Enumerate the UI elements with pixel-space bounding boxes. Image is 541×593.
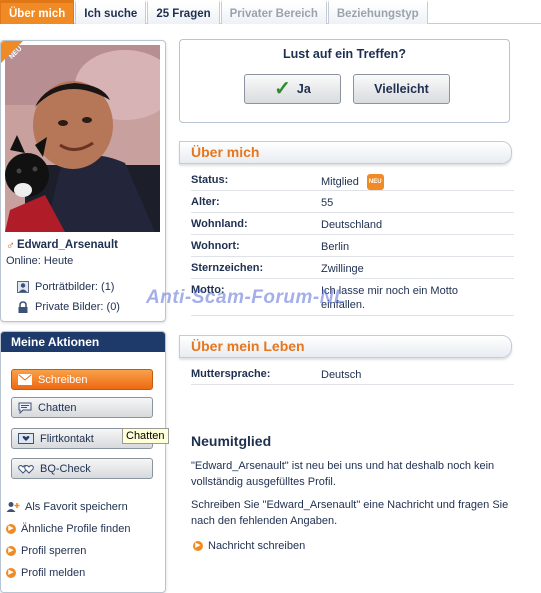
about-header: Über mich — [179, 141, 512, 164]
arrow-right-icon: ▶ — [193, 541, 203, 551]
life-header: Über mein Leben — [179, 335, 512, 358]
yes-button[interactable]: ✓ Ja — [244, 74, 341, 104]
arrow-right-icon: ▶ — [6, 546, 16, 556]
block-profile-link[interactable]: ▶ Profil sperren — [6, 545, 86, 557]
arrow-right-icon: ▶ — [6, 524, 16, 534]
info-key: Wohnort: — [191, 240, 240, 252]
info-key: Muttersprache: — [191, 368, 271, 380]
meet-box: Lust auf ein Treffen? ✓ Ja Vielleicht — [179, 39, 510, 123]
info-key: Sternzeichen: — [191, 262, 264, 274]
tab-beziehungstyp[interactable]: Beziehungstyp — [327, 0, 428, 24]
new-badge-icon: NEU — [1, 41, 24, 63]
meet-title: Lust auf ein Treffen? — [283, 47, 406, 61]
life-table: Muttersprache: Deutsch — [191, 363, 514, 385]
info-row-language: Muttersprache: Deutsch — [191, 363, 514, 385]
info-row-zodiac: Sternzeichen: Zwillinge — [191, 257, 514, 279]
private-pictures-label: Private Bilder: (0) — [35, 301, 120, 313]
write-message-label: Nachricht schreiben — [208, 540, 306, 552]
actions-title: Meine Aktionen — [1, 332, 165, 352]
chat-tooltip: Chatten — [122, 428, 169, 444]
yes-label: Ja — [296, 82, 311, 96]
info-row-status: Status: Mitglied NEU — [191, 169, 514, 191]
bq-check-label: BQ-Check — [40, 462, 91, 475]
tab-25-fragen[interactable]: 25 Fragen — [147, 0, 220, 24]
username-text: Edward_Arsenault — [17, 239, 118, 251]
add-user-icon — [6, 502, 20, 512]
male-icon: ♂ — [6, 238, 15, 252]
checkmark-icon: ✓ — [274, 78, 291, 100]
report-profile-link[interactable]: ▶ Profil melden — [6, 567, 85, 579]
hearts-icon — [18, 464, 34, 474]
info-row-country: Wohnland: Deutschland — [191, 213, 514, 235]
chat-button[interactable]: Chatten — [11, 397, 153, 418]
online-status: Online: Heute — [6, 255, 74, 267]
arrow-right-icon: ▶ — [6, 568, 16, 578]
info-row-city: Wohnort: Berlin — [191, 235, 514, 257]
write-button-label: Schreiben — [38, 373, 88, 386]
info-key: Wohnland: — [191, 218, 248, 230]
new-member-title: Neumitglied — [191, 433, 272, 449]
info-value: Mitglied NEU — [321, 174, 384, 190]
similar-profiles-label: Ähnliche Profile finden — [21, 523, 131, 535]
envelope-icon — [18, 374, 32, 385]
new-member-prompt: Schreiben Sie "Edward_Arsenault" eine Na… — [191, 499, 509, 527]
chat-icon — [18, 402, 32, 414]
new-member-text: "Edward_Arsenault" ist neu bei uns und h… — [191, 460, 495, 488]
chat-button-label: Chatten — [38, 401, 77, 414]
tab-privater-bereich[interactable]: Privater Bereich — [220, 0, 327, 24]
info-value: Deutsch — [321, 369, 362, 381]
flirt-contact-label: Flirtkontakt — [40, 432, 94, 445]
tab-ich-suche[interactable]: Ich suche — [75, 0, 147, 24]
maybe-label: Vielleicht — [374, 82, 429, 96]
private-pictures-link[interactable]: Private Bilder: (0) — [17, 301, 120, 313]
info-value: 55 — [321, 197, 334, 209]
status-value: Mitglied — [321, 176, 359, 188]
profile-card: NEU ♂ Edward_Arsenault Online: Heute Por… — [0, 40, 166, 322]
lock-icon — [18, 301, 28, 313]
info-row-age: Alter: 55 — [191, 191, 514, 213]
info-value: Berlin — [321, 241, 350, 253]
info-key: Alter: — [191, 196, 220, 208]
info-value: Deutschland — [321, 219, 383, 231]
portrait-pictures-label: Porträtbilder: (1) — [35, 281, 115, 293]
username[interactable]: ♂ Edward_Arsenault — [6, 238, 118, 252]
write-button[interactable]: Schreiben — [11, 369, 153, 390]
block-profile-label: Profil sperren — [21, 545, 87, 557]
profile-tabs: Über mich Ich suche 25 Fragen Privater B… — [0, 0, 541, 24]
bq-check-button[interactable]: BQ-Check — [11, 458, 153, 479]
watermark: Anti-Scam-Forum-NL — [146, 287, 347, 308]
flirt-card-icon — [18, 433, 34, 444]
tab-ueber-mich[interactable]: Über mich — [0, 0, 75, 24]
report-profile-label: Profil melden — [21, 567, 86, 579]
portrait-icon — [17, 281, 29, 293]
info-value: Zwillinge — [321, 263, 364, 275]
info-key: Status: — [191, 174, 229, 186]
maybe-button[interactable]: Vielleicht — [353, 74, 450, 104]
save-favorite-label: Als Favorit speichern — [25, 501, 128, 513]
portrait-pictures-link[interactable]: Porträtbilder: (1) — [17, 281, 114, 293]
similar-profiles-link[interactable]: ▶ Ähnliche Profile finden — [6, 523, 130, 535]
save-favorite-link[interactable]: Als Favorit speichern — [6, 501, 128, 513]
write-message-link[interactable]: ▶ Nachricht schreiben — [193, 540, 305, 552]
new-badge: NEU — [366, 174, 384, 190]
